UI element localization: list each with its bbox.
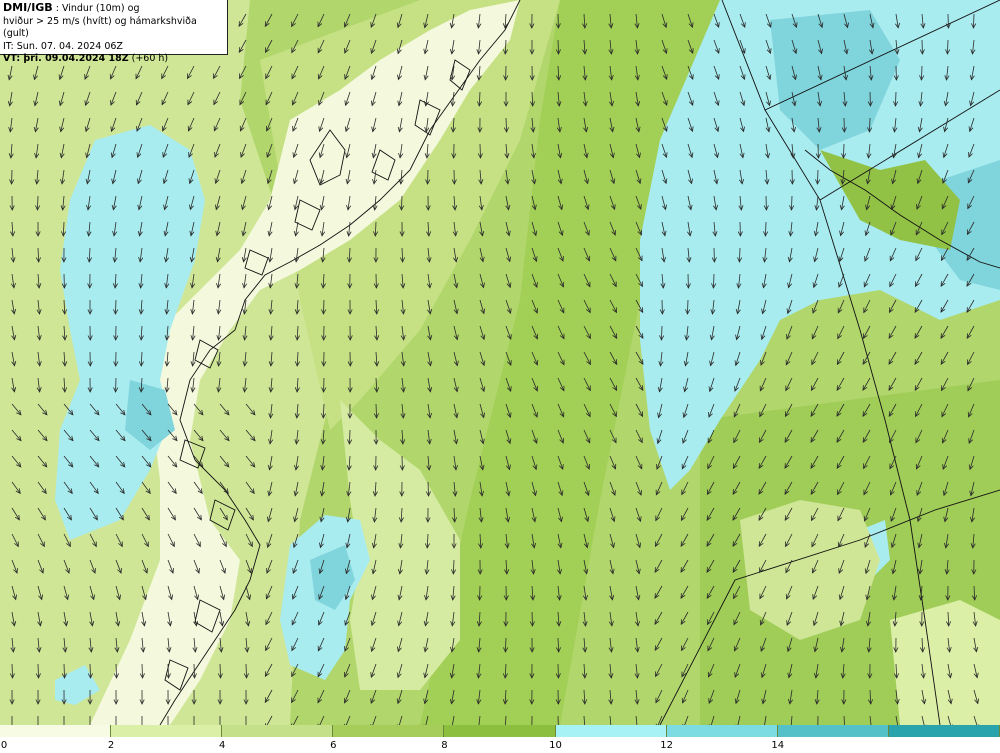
source-label: DMI/IGB xyxy=(3,1,53,14)
valid-time-line: VT: þri. 09.04.2024 18Z (+60 h) xyxy=(3,53,224,66)
scale-tick-label: 2 xyxy=(107,740,115,751)
color-scale-legend: 0 2 4 6 8 10 12 14 xyxy=(0,725,1000,753)
scale-tick-label: 10 xyxy=(549,740,562,751)
light-wind-patch-far-southeast xyxy=(890,600,1000,725)
map-info-box: DMI/IGB : Vindur (10m) og hviður > 25 m/… xyxy=(0,0,228,64)
scale-segment xyxy=(888,725,1000,737)
scale-segment xyxy=(444,725,556,737)
scale-segment xyxy=(0,725,112,737)
scale-tick-label: 8 xyxy=(441,740,448,751)
wind-map[interactable]: DMI/IGB : Vindur (10m) og hviður > 25 m/… xyxy=(0,0,1000,725)
scale-tick-label: 12 xyxy=(660,740,674,751)
scale-segment xyxy=(777,725,889,737)
color-scale-bar xyxy=(0,725,1000,737)
scale-segment xyxy=(555,725,667,737)
scale-segment xyxy=(111,725,223,737)
scale-tick-label: 4 xyxy=(219,740,226,751)
wind-field-svg xyxy=(0,0,1000,725)
scale-tick-label: 0 xyxy=(0,740,8,751)
scale-tick-label: 14 xyxy=(771,740,785,751)
scale-segment xyxy=(666,725,778,737)
title-line: DMI/IGB : Vindur (10m) og xyxy=(3,1,224,16)
scale-segment xyxy=(333,725,445,737)
valid-time: VT: þri. 09.04.2024 18Z xyxy=(3,53,129,64)
gust-description: hviður > 25 m/s (hvítt) og hámarkshviða … xyxy=(3,15,197,40)
map-viewer: DMI/IGB : Vindur (10m) og hviður > 25 m/… xyxy=(0,0,1000,753)
forecast-offset: (+60 h) xyxy=(131,53,169,64)
scale-segment xyxy=(222,725,334,737)
title-rest: : Vindur (10m) og xyxy=(55,3,140,14)
scale-tick-label: 6 xyxy=(330,740,337,751)
initial-time: IT: Sun. 07. 04. 2024 06Z xyxy=(3,40,123,52)
